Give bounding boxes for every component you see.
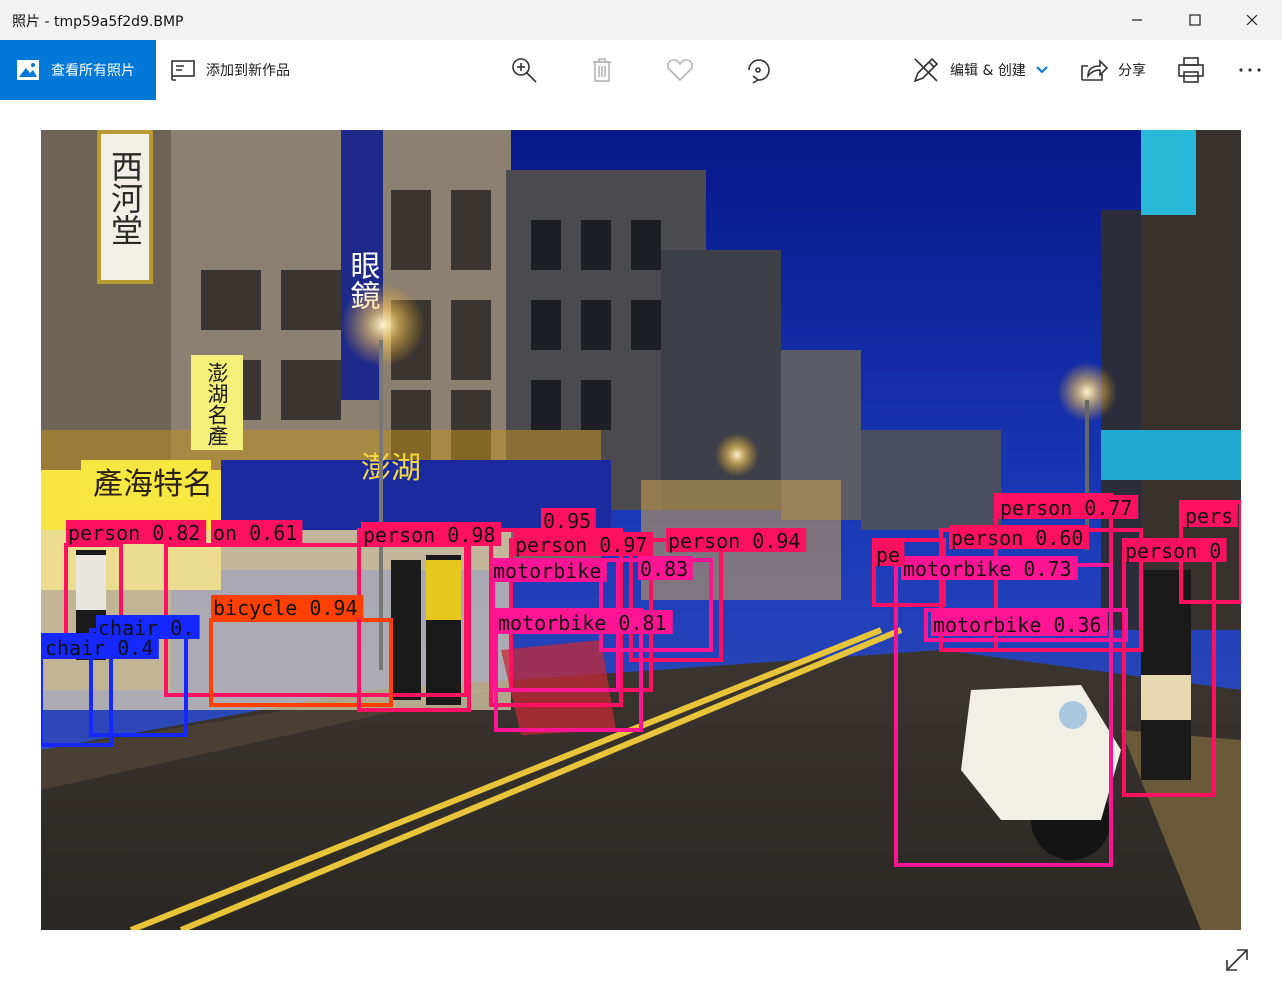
expand-icon: [1226, 949, 1248, 971]
share-button[interactable]: 分享: [1080, 40, 1146, 100]
detection-label: motorbike: [493, 559, 601, 583]
detection-label: on 0.61: [213, 521, 297, 545]
sign-penghu: 澎湖名產: [205, 362, 229, 446]
print-icon: [1178, 57, 1204, 83]
chevron-down-icon: [1036, 66, 1048, 74]
edit-create-button[interactable]: 编辑 & 创建: [912, 40, 1049, 100]
detection-label: motorbike 0.36: [933, 613, 1102, 637]
detection-label: chair 0.4: [45, 636, 153, 660]
window-title: 照片 - tmp59a5f2d9.BMP: [12, 14, 184, 30]
favorite-button[interactable]: [666, 40, 694, 100]
detection-label: motorbike 0.73: [903, 557, 1072, 581]
detection-label: person 0.94: [668, 529, 800, 553]
print-button[interactable]: [1177, 40, 1205, 100]
view-all-photos-label: 查看所有照片: [51, 63, 135, 79]
more-icon: [1239, 68, 1261, 72]
delete-button[interactable]: [590, 40, 614, 100]
favorite-icon: [667, 59, 693, 82]
minimize-button[interactable]: [1114, 0, 1160, 40]
detection-label: 0.95: [543, 509, 591, 533]
toolbar: 查看所有照片 添加到新作品 编辑 & 创建 分享: [0, 40, 1282, 100]
detection-label: person 0.77: [1000, 496, 1132, 520]
zoom-in-icon: [512, 58, 537, 83]
photo-viewer: 西河堂 澎湖名產 產海特名 澎湖 眼鏡 person 0.82 on 0.61 …: [0, 100, 1282, 1001]
maximize-button[interactable]: [1172, 0, 1218, 40]
rotate-icon: [748, 59, 770, 84]
detection-label: bicycle 0.94: [213, 596, 358, 620]
view-all-photos-button[interactable]: 查看所有照片: [0, 40, 156, 100]
photo-image[interactable]: 西河堂 澎湖名產 產海特名 澎湖 眼鏡 person 0.82 on 0.61 …: [41, 130, 1241, 930]
add-to-creation-button[interactable]: 添加到新作品: [170, 40, 290, 100]
photos-icon: [16, 59, 40, 81]
sign-haitechan: 產海特名: [93, 467, 213, 502]
close-button[interactable]: [1229, 0, 1275, 40]
detection-label: 0.83: [640, 557, 688, 581]
title-bar: 照片 - tmp59a5f2d9.BMP: [0, 0, 1282, 40]
add-to-creation-icon: [171, 60, 195, 81]
rotate-button[interactable]: [744, 40, 772, 100]
detection-label: person 0.98: [363, 523, 495, 547]
detection-label: pe: [876, 543, 900, 567]
detection-label: person 0.97: [515, 533, 647, 557]
full-screen-button[interactable]: [1222, 945, 1252, 975]
close-icon: [1246, 14, 1258, 26]
share-label: 分享: [1118, 63, 1146, 79]
detection-label: person 0: [1125, 539, 1221, 563]
minimize-icon: [1132, 19, 1142, 21]
detection-label: person 0.82: [68, 521, 200, 545]
delete-icon: [593, 58, 611, 82]
zoom-in-button[interactable]: [510, 40, 538, 100]
detection-label: motorbike 0.81: [498, 611, 667, 635]
edit-create-icon: [913, 57, 939, 83]
detection-label: pers: [1185, 504, 1233, 528]
add-to-creation-label: 添加到新作品: [206, 63, 290, 79]
more-options-button[interactable]: [1238, 40, 1262, 100]
photo-scene: 西河堂 澎湖名產 產海特名 澎湖 眼鏡 person 0.82 on 0.61b…: [41, 130, 1241, 930]
sign-xihetang: 西河堂: [106, 150, 144, 246]
maximize-icon: [1189, 14, 1201, 26]
edit-create-label: 编辑 & 创建: [950, 63, 1026, 79]
detection-label: person 0.60: [951, 526, 1083, 550]
share-icon: [1081, 59, 1108, 81]
sign-penghu-blue: 澎湖: [361, 451, 421, 486]
